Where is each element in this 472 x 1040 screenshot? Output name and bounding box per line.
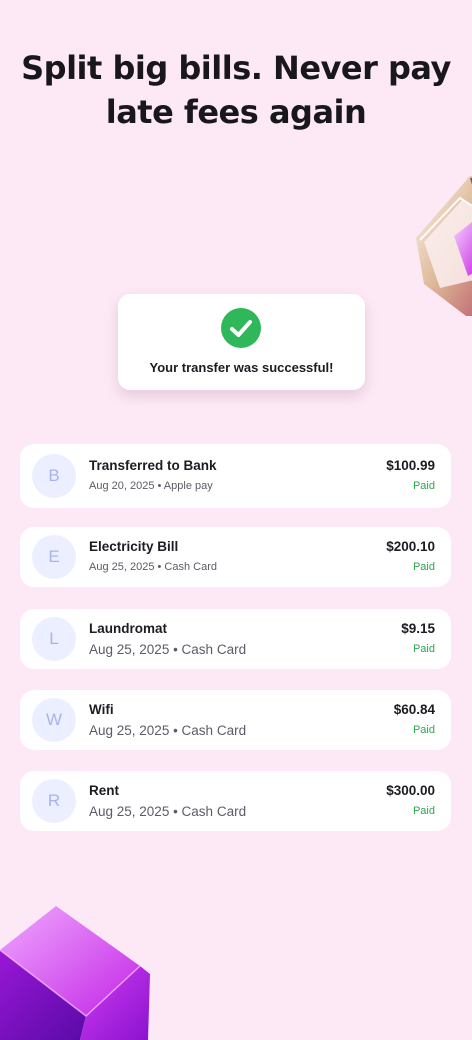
avatar: E — [32, 535, 76, 579]
purple-cube-decoration — [0, 906, 150, 1040]
transaction-row[interactable]: L Laundromat Aug 25, 2025 • Cash Card $9… — [20, 609, 451, 669]
transaction-amount: $200.10 — [386, 539, 435, 554]
status-badge: Paid — [412, 561, 435, 573]
status-badge: Paid — [412, 643, 435, 655]
transaction-title: Rent — [89, 783, 119, 798]
transaction-subtitle: Aug 25, 2025 • Cash Card — [89, 561, 217, 573]
status-badge: Paid — [412, 480, 435, 492]
transfer-success-card: Your transfer was successful! — [118, 294, 365, 390]
headline: Split big bills. Never pay late fees aga… — [0, 46, 472, 134]
transaction-subtitle: Aug 25, 2025 • Cash Card — [89, 642, 247, 657]
transaction-row[interactable]: R Rent Aug 25, 2025 • Cash Card $300.00 … — [20, 771, 451, 831]
transaction-row[interactable]: W Wifi Aug 25, 2025 • Cash Card $60.84 P… — [20, 690, 451, 750]
check-icon — [221, 308, 261, 348]
success-message: Your transfer was successful! — [149, 360, 334, 375]
transaction-title: Electricity Bill — [89, 539, 179, 554]
transaction-row[interactable]: E Electricity Bill Aug 25, 2025 • Cash C… — [20, 527, 451, 587]
avatar: W — [32, 698, 76, 742]
transaction-row[interactable]: B Transferred to Bank Aug 20, 2025 • App… — [20, 444, 451, 508]
transaction-subtitle: Aug 20, 2025 • Apple pay — [89, 480, 213, 492]
avatar: L — [32, 617, 76, 661]
transaction-title: Transferred to Bank — [89, 458, 217, 473]
avatar: B — [32, 454, 76, 498]
transaction-title: Laundromat — [89, 621, 168, 636]
headline-line-1: Split big bills. Never pay — [21, 49, 451, 87]
transaction-amount: $300.00 — [386, 783, 435, 798]
headline-line-2: late fees again — [105, 93, 367, 131]
transaction-list: B Transferred to Bank Aug 20, 2025 • App… — [20, 444, 451, 852]
transaction-amount: $9.15 — [401, 621, 435, 636]
status-badge: Paid — [412, 805, 435, 817]
status-badge: Paid — [412, 724, 435, 736]
transaction-subtitle: Aug 25, 2025 • Cash Card — [89, 723, 247, 738]
transaction-title: Wifi — [89, 702, 114, 717]
avatar: R — [32, 779, 76, 823]
transaction-amount: $100.99 — [386, 458, 435, 473]
glass-gem-decoration — [416, 176, 472, 316]
transaction-amount: $60.84 — [393, 702, 435, 717]
transaction-subtitle: Aug 25, 2025 • Cash Card — [89, 804, 247, 819]
